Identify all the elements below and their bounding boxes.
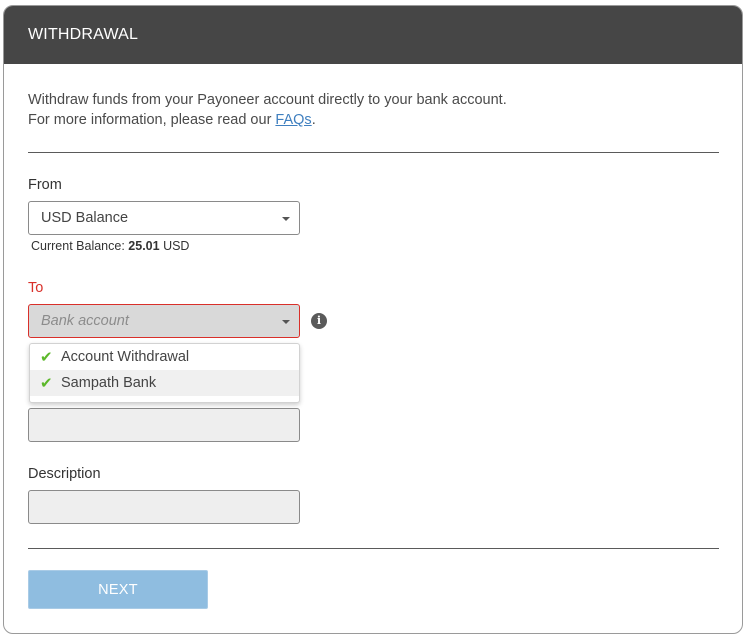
checkmark-icon: ✔ <box>40 349 53 366</box>
panel-header: WITHDRAWAL <box>4 6 742 64</box>
balance-currency: USD <box>163 239 190 253</box>
faqs-link[interactable]: FAQs <box>275 112 311 128</box>
info-icon[interactable]: i <box>311 313 327 329</box>
divider-bottom <box>28 548 719 549</box>
divider-top <box>28 152 719 153</box>
dropdown-option-sampath-bank[interactable]: ✔ Sampath Bank <box>30 370 299 396</box>
intro-line-1: Withdraw funds from your Payoneer accoun… <box>28 92 507 108</box>
from-select[interactable]: USD Balance <box>28 201 300 235</box>
checkmark-icon: ✔ <box>40 375 53 392</box>
description-label: Description <box>28 466 101 482</box>
withdrawal-panel: WITHDRAWAL Withdraw funds from your Payo… <box>3 5 743 634</box>
chevron-down-icon <box>282 217 290 221</box>
page-title: WITHDRAWAL <box>28 26 139 43</box>
chevron-down-icon <box>282 320 290 324</box>
to-placeholder: Bank account <box>41 313 129 329</box>
intro-text: Withdraw funds from your Payoneer accoun… <box>28 90 507 130</box>
from-selected-value: USD Balance <box>41 210 129 226</box>
balance-amount: 25.01 <box>128 239 160 253</box>
intro-line-2: For more information, please read our FA… <box>28 112 316 128</box>
description-input[interactable] <box>28 490 300 524</box>
dropdown-option-account-withdrawal[interactable]: ✔ Account Withdrawal <box>30 344 299 370</box>
next-button[interactable]: NEXT <box>28 570 208 609</box>
current-balance: Current Balance: 25.01 USD <box>31 239 190 253</box>
from-label: From <box>28 177 62 193</box>
to-select[interactable]: Bank account <box>28 304 300 338</box>
amount-input[interactable] <box>28 408 300 442</box>
to-dropdown-menu: ✔ Account Withdrawal ✔ Sampath Bank <box>29 343 300 403</box>
to-label: To <box>28 280 44 296</box>
